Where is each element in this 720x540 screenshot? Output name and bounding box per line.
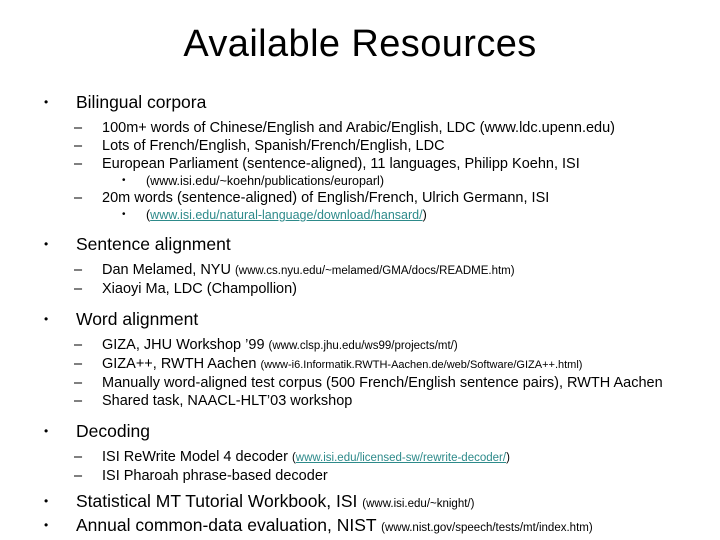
- item-rewrite-decoder: – ISI ReWrite Model 4 decoder (www.isi.e…: [34, 448, 720, 467]
- melamed-url: (www.cs.nyu.edu/~melamed/GMA/docs/README…: [234, 265, 515, 277]
- paren-close: ): [506, 452, 510, 464]
- evaluation-heading: Annual common-data evaluation, NIST: [76, 515, 382, 535]
- workbook-heading: Statistical MT Tutorial Workbook, ISI: [76, 491, 363, 511]
- item-shared-task: – Shared task, NAACL-HLT’03 workshop: [34, 392, 720, 410]
- item-hansard: – 20m words (sentence-aligned) of Englis…: [34, 189, 720, 207]
- bullet-glyph-level1: •: [44, 518, 49, 532]
- rewrite-hyperlink[interactable]: www.isi.edu/licensed-sw/rewrite-decoder/: [296, 452, 506, 464]
- giza-line: GIZA, JHU Workshop ’99 (www.clsp.jhu.edu…: [102, 336, 720, 355]
- rewrite-line: ISI ReWrite Model 4 decoder (www.isi.edu…: [102, 448, 720, 467]
- bullet-glyph-level2: –: [74, 138, 83, 154]
- rewrite-lead: ISI ReWrite Model 4 decoder: [102, 449, 292, 465]
- evaluation-line: Annual common-data evaluation, NIST (www…: [76, 515, 710, 539]
- bullet-word-alignment: • Word alignment: [34, 309, 710, 330]
- item-manual-corpus: – Manually word-aligned test corpus (500…: [34, 374, 720, 392]
- bullet-glyph-level2: –: [74, 156, 83, 172]
- hansard-url-line: (www.isi.edu/natural-language/download/h…: [146, 207, 720, 223]
- bullet-glyph-level2: –: [74, 281, 83, 297]
- bilingual-corpora-heading: Bilingual corpora: [76, 92, 207, 112]
- bullet-common-data-evaluation: • Annual common-data evaluation, NIST (w…: [34, 515, 710, 539]
- bullet-glyph-level1: •: [44, 424, 49, 438]
- word-alignment-heading: Word alignment: [76, 309, 199, 329]
- item-europarl-url: • (www.isi.edu/~koehn/publications/europ…: [34, 173, 720, 189]
- europarl-url-text: (www.isi.edu/~koehn/publications/europar…: [146, 174, 384, 188]
- bullet-decoding: • Decoding: [34, 421, 710, 442]
- bullet-glyph-level2: –: [74, 262, 83, 278]
- item-pharoah-decoder: – ISI Pharoah phrase-based decoder: [34, 467, 720, 485]
- europarl-text: European Parliament (sentence-aligned), …: [102, 156, 580, 172]
- giza-lead: GIZA, JHU Workshop ’99: [102, 337, 269, 353]
- bullet-glyph-level2: –: [74, 337, 83, 353]
- item-hansard-url: • (www.isi.edu/natural-language/download…: [34, 207, 720, 223]
- bullet-glyph-level2: –: [74, 356, 83, 372]
- item-melamed-nyu: – Dan Melamed, NYU (www.cs.nyu.edu/~mela…: [34, 261, 720, 280]
- chinese-english-text: 100m+ words of Chinese/English and Arabi…: [102, 120, 616, 136]
- bullet-glyph-level2: –: [74, 190, 83, 206]
- bullet-bilingual-corpora: • Bilingual corpora: [34, 92, 710, 113]
- decoding-heading: Decoding: [76, 421, 150, 441]
- bullet-glyph-level3: •: [122, 209, 126, 220]
- item-giza: – GIZA, JHU Workshop ’99 (www.clsp.jhu.e…: [34, 336, 720, 355]
- item-chinese-english-ldc: – 100m+ words of Chinese/English and Ara…: [34, 119, 720, 137]
- hansard-text: 20m words (sentence-aligned) of English/…: [102, 190, 550, 206]
- bullet-tutorial-workbook: • Statistical MT Tutorial Workbook, ISI …: [34, 491, 710, 515]
- giza-url: (www.clsp.jhu.edu/ws99/projects/mt/): [268, 340, 458, 352]
- gizapp-lead: GIZA++, RWTH Aachen: [102, 356, 261, 372]
- item-giza-plusplus: – GIZA++, RWTH Aachen (www-i6.Informatik…: [34, 355, 720, 374]
- champollion-text: Xiaoyi Ma, LDC (Champollion): [102, 281, 298, 297]
- bullet-glyph-level2: –: [74, 375, 83, 391]
- paren-close: ): [422, 208, 427, 222]
- evaluation-url: (www.nist.gov/speech/tests/mt/index.htm): [381, 522, 593, 534]
- bullet-glyph-level2: –: [74, 468, 83, 484]
- bullet-glyph-level2: –: [74, 449, 83, 465]
- slide-body: • Bilingual corpora – 100m+ words of Chi…: [34, 92, 700, 539]
- workbook-url: (www.isi.edu/~knight/): [362, 498, 475, 510]
- manual-corpus-text: Manually word-aligned test corpus (500 F…: [102, 375, 663, 391]
- bullet-glyph-level1: •: [44, 494, 49, 508]
- hansard-hyperlink[interactable]: www.isi.edu/natural-language/download/ha…: [150, 208, 422, 222]
- bullet-sentence-alignment: • Sentence alignment: [34, 234, 710, 255]
- bullet-glyph-level2: –: [74, 120, 83, 136]
- workbook-line: Statistical MT Tutorial Workbook, ISI (w…: [76, 491, 710, 515]
- item-champollion: – Xiaoyi Ma, LDC (Champollion): [34, 280, 720, 298]
- item-europarl: – European Parliament (sentence-aligned)…: [34, 155, 720, 173]
- pharoah-text: ISI Pharoah phrase-based decoder: [102, 468, 328, 484]
- sentence-alignment-heading: Sentence alignment: [76, 234, 231, 254]
- gizapp-line: GIZA++, RWTH Aachen (www-i6.Informatik.R…: [102, 355, 720, 374]
- slide-canvas: Available Resources • Bilingual corpora …: [0, 0, 720, 540]
- bullet-glyph-level1: •: [44, 95, 49, 109]
- shared-task-text: Shared task, NAACL-HLT’03 workshop: [102, 393, 353, 409]
- bullet-glyph-level1: •: [44, 237, 49, 251]
- page-title: Available Resources: [183, 23, 537, 65]
- melamed-line: Dan Melamed, NYU (www.cs.nyu.edu/~melame…: [102, 261, 720, 280]
- item-french-english-ldc: – Lots of French/English, Spanish/French…: [34, 137, 720, 155]
- gizapp-url: (www-i6.Informatik.RWTH-Aachen.de/web/So…: [260, 359, 583, 371]
- french-english-text: Lots of French/English, Spanish/French/E…: [102, 138, 445, 154]
- bullet-glyph-level3: •: [122, 175, 126, 186]
- bullet-glyph-level1: •: [44, 312, 49, 326]
- bullet-glyph-level2: –: [74, 393, 83, 409]
- melamed-lead: Dan Melamed, NYU: [102, 262, 235, 278]
